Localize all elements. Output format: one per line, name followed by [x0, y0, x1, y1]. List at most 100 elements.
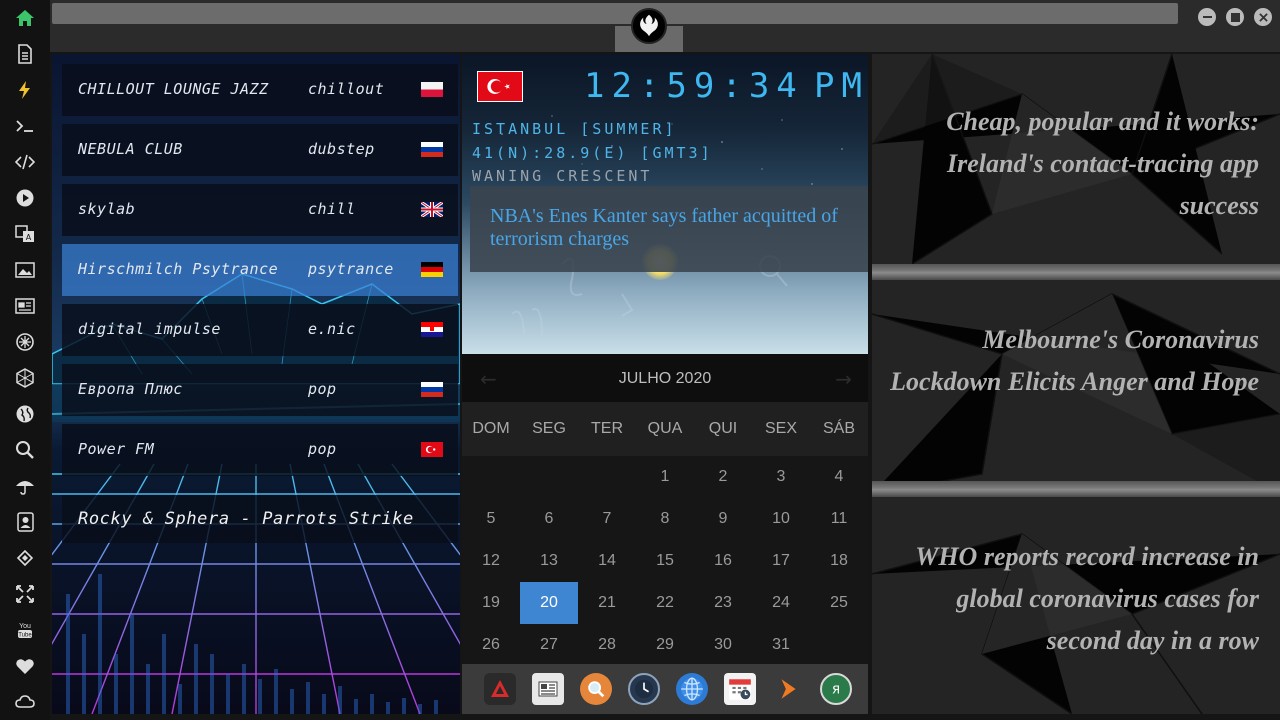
calendar-day[interactable]: 2: [694, 456, 752, 498]
arrow-icon[interactable]: [772, 673, 804, 705]
yandex-icon[interactable]: я: [820, 673, 852, 705]
globe-icon[interactable]: [676, 673, 708, 705]
calendar-day[interactable]: 7: [578, 498, 636, 540]
calendar-day[interactable]: 5: [462, 498, 520, 540]
calendar-day[interactable]: 13: [520, 540, 578, 582]
search-icon[interactable]: [13, 438, 37, 462]
lightning-icon[interactable]: [13, 78, 37, 102]
image-icon[interactable]: [13, 258, 37, 282]
minimize-button[interactable]: [1198, 8, 1216, 26]
calendar-day[interactable]: 28: [578, 624, 636, 666]
maximize-button[interactable]: [1226, 8, 1244, 26]
radio-station-item[interactable]: NEBULA CLUB dubstep: [62, 124, 458, 176]
croatia-flag-icon: [421, 322, 443, 337]
umbrella-icon[interactable]: [13, 474, 37, 498]
station-genre: chillout: [308, 80, 385, 98]
globe-icon[interactable]: [13, 402, 37, 426]
turkey-flag-icon: [477, 71, 523, 102]
translate-icon[interactable]: A: [13, 222, 37, 246]
news-headline[interactable]: WHO reports record increase in global co…: [879, 536, 1259, 662]
calendar-day[interactable]: 8: [636, 498, 694, 540]
calendar-day[interactable]: 16: [694, 540, 752, 582]
calendar-day[interactable]: 31: [752, 624, 810, 666]
news-separator: [872, 264, 1280, 280]
calendar-day[interactable]: 27: [520, 624, 578, 666]
station-name: Hirschmilch Psytrance: [78, 260, 279, 278]
rebel-alliance-logo-icon[interactable]: [631, 8, 667, 44]
weekday-label: DOM: [472, 420, 510, 437]
play-icon[interactable]: [13, 186, 37, 210]
calendar-icon[interactable]: [724, 673, 756, 705]
next-month-button[interactable]: →: [835, 367, 852, 391]
calendar-day[interactable]: 22: [636, 582, 694, 624]
radio-station-item[interactable]: skylab chill: [62, 184, 458, 236]
calendar-day[interactable]: 9: [694, 498, 752, 540]
calendar-day[interactable]: 10: [752, 498, 810, 540]
radio-station-item[interactable]: CHILLOUT LOUNGE JAZZ chillout: [62, 64, 458, 116]
calendar-day[interactable]: 14: [578, 540, 636, 582]
newspaper-icon[interactable]: [532, 673, 564, 705]
calendar-day[interactable]: 24: [752, 582, 810, 624]
code-icon[interactable]: [13, 150, 37, 174]
station-name: skylab: [78, 200, 136, 218]
svg-text:я: я: [832, 682, 840, 698]
germany-flag-icon: [421, 262, 443, 277]
search-icon[interactable]: [580, 673, 612, 705]
heart-icon[interactable]: [13, 654, 37, 678]
terminal-icon[interactable]: [13, 114, 37, 138]
news-headline[interactable]: Cheap, popular and it works: Ireland's c…: [879, 101, 1259, 227]
weekday-label: SÁB: [822, 420, 855, 437]
calendar-day[interactable]: 18: [810, 540, 868, 582]
settings-wheel-icon[interactable]: [13, 330, 37, 354]
contacts-icon[interactable]: [13, 510, 37, 534]
close-button[interactable]: [1254, 8, 1272, 26]
calendar-day[interactable]: 19: [462, 582, 520, 624]
calendar-day[interactable]: 3: [752, 456, 810, 498]
calendar-day[interactable]: 1: [636, 456, 694, 498]
calendar-day[interactable]: 30: [694, 624, 752, 666]
svg-text:A: A: [26, 233, 32, 242]
calendar-day[interactable]: 26: [462, 624, 520, 666]
calendar-day[interactable]: 29: [636, 624, 694, 666]
calendar-widget: ← JULHO 2020 → DOM SEG TER QUA QUI SEX SÁB 123…: [462, 354, 868, 664]
calendar-day[interactable]: 25: [810, 582, 868, 624]
hexagon-icon[interactable]: [13, 366, 37, 390]
calendar-month-title: JULHO 2020: [618, 370, 712, 387]
calendar-day[interactable]: 17: [752, 540, 810, 582]
calendar-day[interactable]: 21: [578, 582, 636, 624]
clock-time: 12:59:34: [584, 66, 804, 106]
news-headline[interactable]: Melbourne's Coronavirus Lockdown Elicits…: [879, 319, 1259, 403]
network-icon[interactable]: [13, 546, 37, 570]
station-name: Европа Плюс: [78, 380, 183, 398]
weekday-label: TER: [591, 420, 623, 437]
radio-station-item-active[interactable]: Hirschmilch Psytrance psytrance: [62, 244, 458, 296]
fullscreen-icon[interactable]: [13, 582, 37, 606]
youtube-icon[interactable]: You Tube: [13, 618, 37, 642]
calendar-day[interactable]: 12: [462, 540, 520, 582]
station-name: Power FM: [78, 440, 155, 458]
document-icon[interactable]: [13, 42, 37, 66]
ares-icon[interactable]: [484, 673, 516, 705]
calendar-day[interactable]: 23: [694, 582, 752, 624]
weekday-label: QUA: [647, 420, 683, 437]
title-bar-track[interactable]: [52, 3, 1178, 24]
calendar-day[interactable]: 6: [520, 498, 578, 540]
radio-panel: CHILLOUT LOUNGE JAZZ chillout NEBULA CLU…: [52, 54, 460, 714]
calendar-day[interactable]: 15: [636, 540, 694, 582]
headline-card[interactable]: NBA's Enes Kanter says father acquitted …: [470, 186, 868, 272]
home-icon[interactable]: [13, 6, 37, 30]
radio-station-item[interactable]: digital impulse e.nic: [62, 304, 458, 356]
cloud-icon[interactable]: [13, 690, 37, 714]
radio-station-item[interactable]: Power FM pop: [62, 424, 458, 476]
station-name: digital impulse: [78, 320, 221, 338]
russia-flag-icon: [421, 382, 443, 397]
clock-icon[interactable]: [628, 673, 660, 705]
calendar-day[interactable]: 4: [810, 456, 868, 498]
app-dock: я: [462, 664, 868, 714]
turkey-flag-icon: [421, 442, 443, 457]
calendar-day-today[interactable]: 20: [520, 582, 578, 624]
calendar-day[interactable]: 11: [810, 498, 868, 540]
svg-text:You: You: [19, 623, 31, 630]
radio-station-item[interactable]: Европа Плюс pop: [62, 364, 458, 416]
news-icon[interactable]: [13, 294, 37, 318]
